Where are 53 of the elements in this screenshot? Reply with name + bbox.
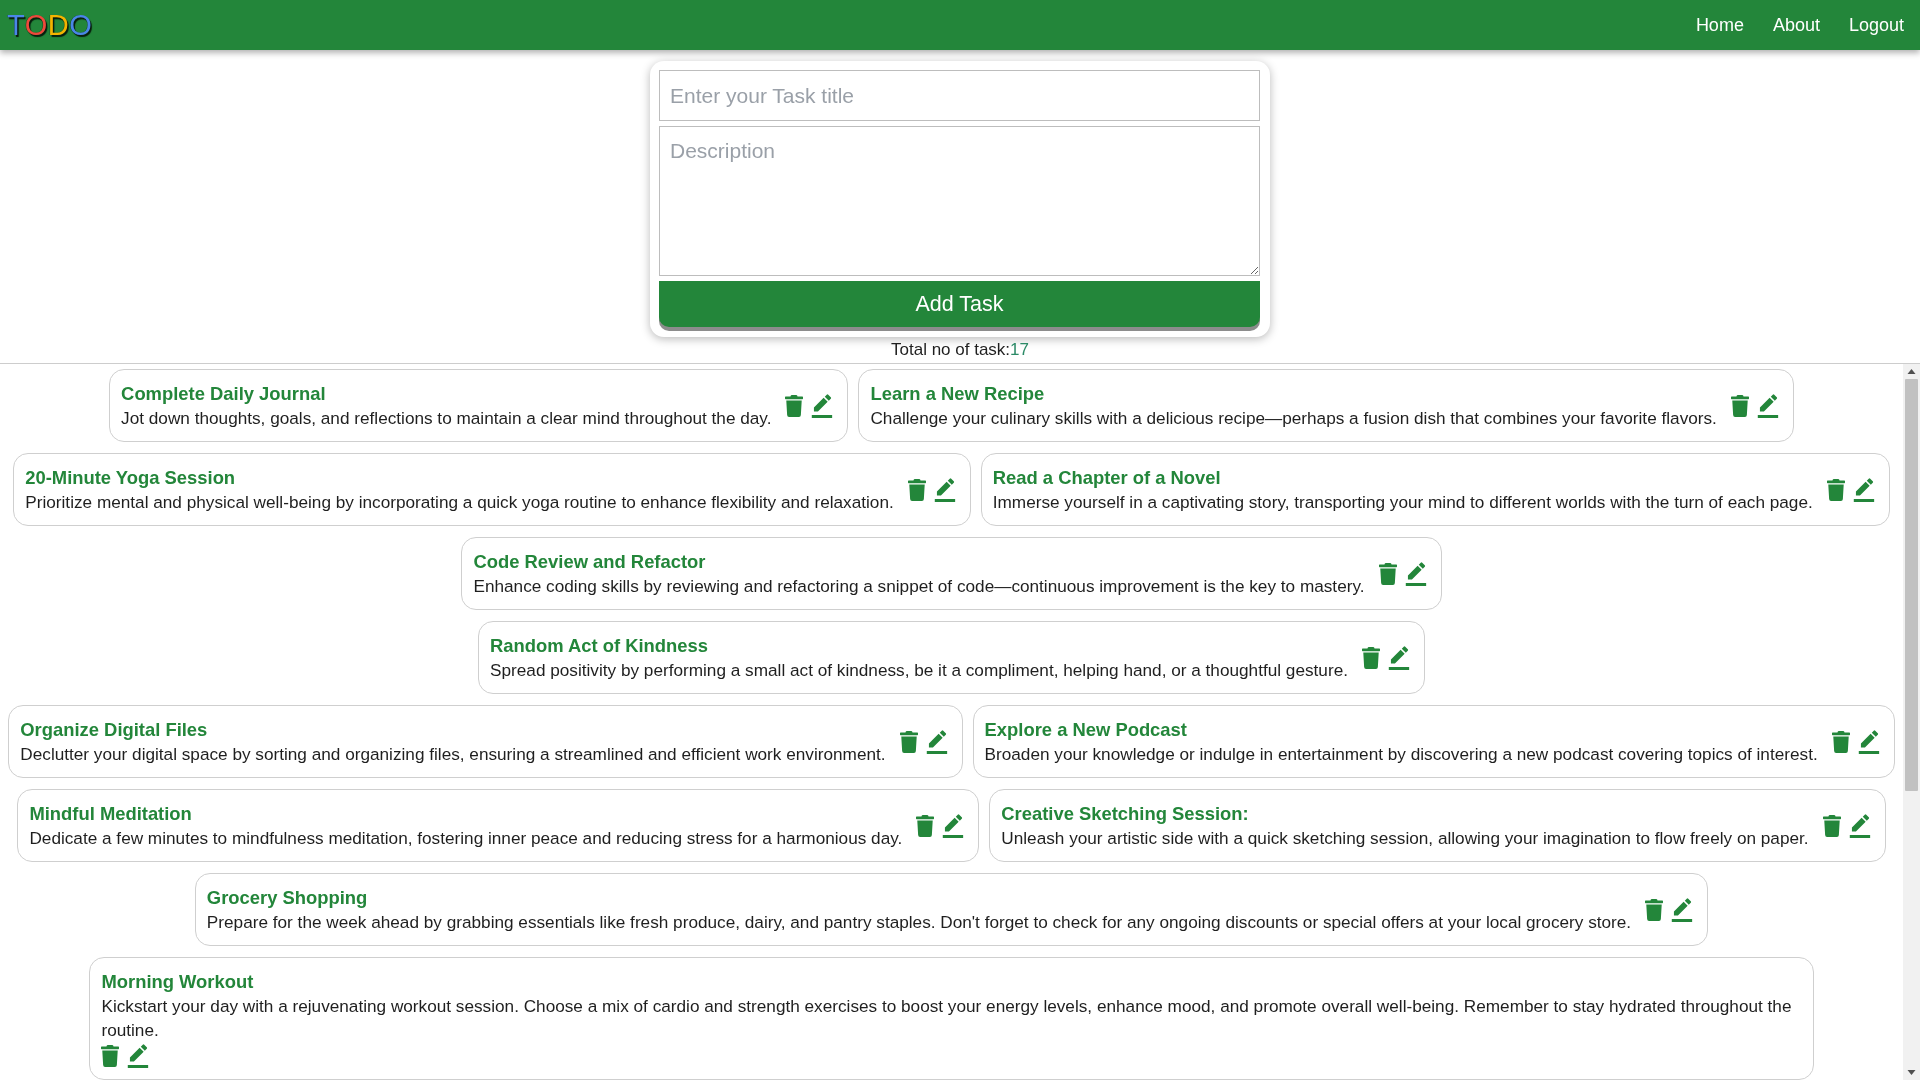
task-title: Random Act of Kindness <box>490 634 709 658</box>
task-description: Dedicate a few minutes to mindfulness meditation, fostering inner peace and reducing stress for a harmonious day. <box>29 827 903 850</box>
total-count: 17 <box>1010 340 1029 360</box>
pencil-icon[interactable] <box>1851 477 1877 502</box>
task-description: Declutter your digital space by sorting and organizing files, ensuring a streamlined and efficient work environment. <box>20 743 886 766</box>
task-title: Complete Daily Journal <box>121 382 327 406</box>
nav-link[interactable]: Home <box>1695 14 1744 36</box>
task-title: Mindful Meditation <box>29 802 193 826</box>
task-title: Read a Chapter of a Novel <box>992 466 1222 490</box>
description-input[interactable]: Description <box>659 126 1260 276</box>
pencil-icon[interactable] <box>1403 561 1429 586</box>
task-description: Prepare for the week ahead by grabbing essentials like fresh produce, dairy, and pantry staples. Don't forget to check for any ongoing discounts or special offers at your local grocery store. <box>206 911 1632 934</box>
scrollbar-thumb[interactable] <box>1905 379 1918 791</box>
trash-icon[interactable] <box>1831 730 1850 753</box>
pencil-icon[interactable] <box>1847 813 1873 838</box>
task-title: Grocery Shopping <box>206 886 369 910</box>
task-title: Learn a New Recipe <box>870 382 1046 406</box>
logo: TODO <box>7 8 93 42</box>
task-description: Jot down thoughts, goals, and reflections to maintain a clear mind throughout the day. <box>121 407 772 430</box>
task-title: 20-Minute Yoga Session <box>25 466 237 490</box>
nav-link[interactable]: Logout <box>1848 14 1904 36</box>
task-description: Enhance coding skills by reviewing and refactoring a snippet of code—continuous improvement is the key to mastery. <box>473 575 1365 598</box>
task-title: Code Review and Refactor <box>473 550 707 574</box>
trash-icon[interactable] <box>1361 646 1380 669</box>
task-title: Explore a New Podcast <box>984 718 1188 742</box>
task-description: Immerse yourself in a captivating story, transporting your mind to different worlds with the turn of each page. <box>992 491 1813 514</box>
trash-icon[interactable] <box>1730 394 1749 417</box>
pencil-icon[interactable] <box>924 729 950 754</box>
task-description: Challenge your culinary skills with a delicious recipe—perhaps a fusion dish that combines your favorite flavors. <box>870 407 1717 430</box>
task-description: Broaden your knowledge or indulge in entertainment by discovering a new podcast covering topics of interest. <box>984 743 1818 766</box>
pencil-icon[interactable] <box>1755 393 1781 418</box>
trash-icon[interactable] <box>907 478 926 501</box>
trash-icon[interactable] <box>1645 898 1664 921</box>
trash-icon[interactable] <box>899 730 918 753</box>
task-description: Prioritize mental and physical well-being by incorporating a quick yoga routine to enhance flexibility and relaxation. <box>25 491 894 514</box>
trash-icon[interactable] <box>1378 562 1397 585</box>
pencil-icon[interactable] <box>1386 645 1412 670</box>
total-label: Total no of task: <box>891 340 1011 360</box>
task-title: Organize Digital Files <box>20 718 209 742</box>
trash-icon[interactable] <box>1826 478 1845 501</box>
task-description: Spread positivity by performing a small act of kindness, be it a compliment, helping hand, or a thoughtful gesture. <box>490 659 1348 682</box>
nav-link[interactable]: About <box>1772 14 1820 36</box>
task-title: Creative Sketching Session: <box>1001 802 1250 826</box>
task-description: Kickstart your day with a rejuvenating workout session. Choose a mix of cardio and strength exercises to boost your energy levels, enhance mood, and promote overall well-being. Remember to stay hydrated throughout the routine. <box>101 995 1793 1042</box>
trash-icon[interactable] <box>916 814 935 837</box>
pencil-icon[interactable] <box>932 477 958 502</box>
task-description: Unleash your artistic side with a quick sketching session, allowing your imagination to flow freely on paper. <box>1001 827 1809 850</box>
trash-icon[interactable] <box>101 1045 120 1067</box>
trash-icon[interactable] <box>785 394 804 417</box>
pencil-icon[interactable] <box>1856 729 1882 754</box>
task-title: Morning Workout <box>101 970 255 994</box>
trash-icon[interactable] <box>1822 814 1841 837</box>
title-input[interactable]: Enter your Task title <box>659 70 1260 121</box>
